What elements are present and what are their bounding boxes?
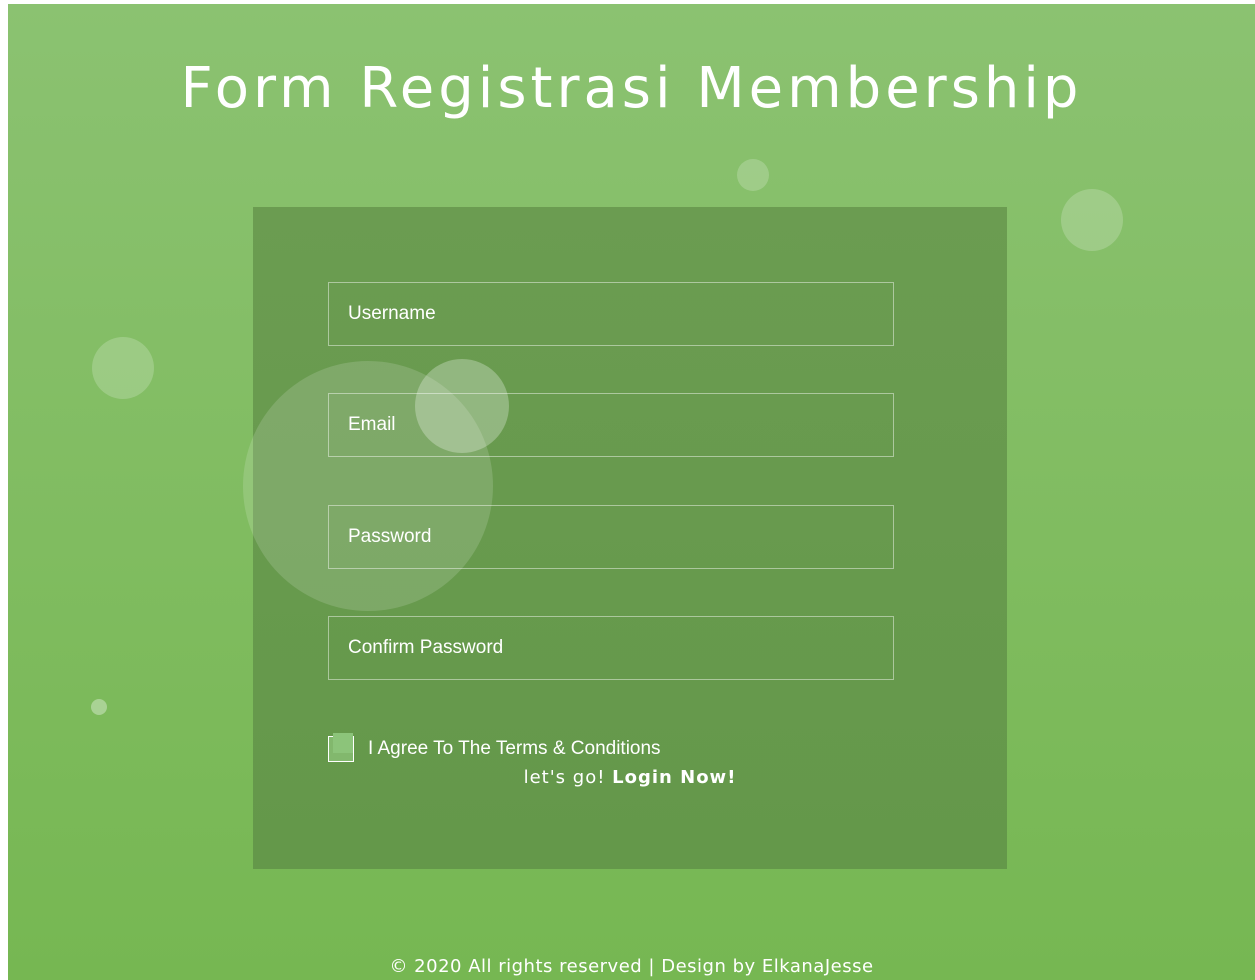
decorative-bubble — [91, 699, 107, 715]
page-background: Form Registrasi Membership I Agree To Th… — [8, 4, 1255, 980]
login-prompt-text: let's go! — [523, 767, 613, 788]
decorative-bubble — [1061, 189, 1123, 251]
login-prompt: let's go! Login Now! — [253, 767, 1007, 788]
username-field[interactable] — [328, 282, 894, 346]
footer-copyright: © 2020 All rights reserved | Design by E… — [389, 956, 874, 977]
terms-checkbox[interactable] — [328, 733, 354, 762]
email-input[interactable] — [329, 394, 893, 456]
confirm-password-input[interactable] — [329, 617, 893, 679]
decorative-bubble — [92, 337, 154, 399]
email-field[interactable] — [328, 393, 894, 457]
password-input[interactable] — [329, 506, 893, 568]
page-title: Form Registrasi Membership — [180, 56, 1083, 121]
password-field[interactable] — [328, 505, 894, 569]
username-input[interactable] — [329, 283, 893, 345]
decorative-bubble — [737, 159, 769, 191]
terms-agreement[interactable]: I Agree To The Terms & Conditions — [328, 733, 661, 764]
login-now-link[interactable]: Login Now! — [612, 767, 736, 788]
confirm-password-field[interactable] — [328, 616, 894, 680]
terms-label[interactable]: I Agree To The Terms & Conditions — [368, 738, 661, 760]
registration-panel: I Agree To The Terms & Conditions let's … — [253, 207, 1007, 869]
